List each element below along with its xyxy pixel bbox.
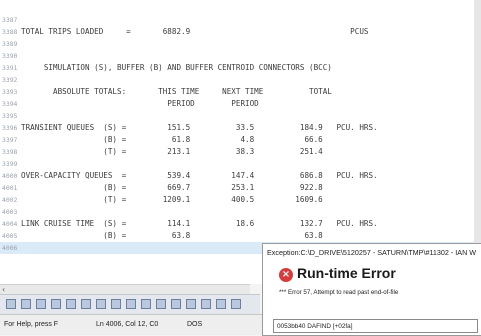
editor-line[interactable]: 3399	[0, 158, 474, 170]
dialog-title: Exception:C:\D_DRIVE\5120257 - SATURN\TM…	[267, 248, 477, 257]
editor-line[interactable]: 3398 (T) = 213.1 38.3 251.4	[0, 146, 474, 158]
line-text: (B) = 63.8 63.8	[21, 231, 323, 240]
bookmark-icon[interactable]	[201, 299, 211, 309]
paste-icon[interactable]	[6, 299, 16, 309]
editor-line[interactable]: 4000 OVER-CAPACITY QUEUES = 539.4 147.4 6…	[0, 170, 474, 182]
editor-line[interactable]: 4005 (B) = 63.8 63.8	[0, 230, 474, 242]
line-number: 4006	[2, 244, 18, 252]
status-bar: For Help, press F Ln 4006, Col 12, C0 DO…	[0, 314, 262, 335]
line-text: SIMULATION (S), BUFFER (B) AND BUFFER CE…	[21, 63, 332, 72]
editor-line[interactable]: 3396 TRANSIENT QUEUES (S) = 151.5 33.5 18…	[0, 122, 474, 134]
error-heading: Run-time Error	[297, 265, 396, 281]
editor-line[interactable]: 3391 SIMULATION (S), BUFFER (B) AND BUFF…	[0, 62, 474, 74]
line-number: 3396	[2, 124, 18, 132]
tab-icon[interactable]	[186, 299, 196, 309]
line-text: LINK CRUISE TIME (S) = 114.1 18.6 132.7 …	[21, 219, 378, 228]
status-mode: DOS	[187, 321, 203, 328]
line-text: (T) = 1209.1 400.5 1609.6	[21, 195, 323, 204]
align-center-icon[interactable]	[36, 299, 46, 309]
line-text: (B) = 669.7 253.1 922.8	[21, 183, 323, 192]
editor-line[interactable]: 3392	[0, 74, 474, 86]
text-editor[interactable]: 3387 3388 TOTAL TRIPS LOADED = 6882.9 PCUS…	[0, 0, 475, 284]
line-number: 3392	[2, 76, 18, 84]
line-number: 3397	[2, 136, 18, 144]
line-number: 4002	[2, 196, 18, 204]
vertical-scrollbar[interactable]	[474, 0, 481, 284]
scroll-left-arrow-icon[interactable]: ‹	[2, 285, 5, 294]
list-icon[interactable]	[66, 299, 76, 309]
editor-line[interactable]: 3393 ABSOLUTE TOTALS: THIS TIME NEXT TIM…	[0, 86, 474, 98]
align-left-icon[interactable]	[21, 299, 31, 309]
editor-line[interactable]: 3397 (B) = 61.8 4.8 66.6	[0, 134, 474, 146]
line-number: 3399	[2, 160, 18, 168]
status-cursor-position: Ln 4006, Col 12, C0	[96, 321, 159, 328]
line-number: 4003	[2, 208, 18, 216]
line-number: 3390	[2, 52, 18, 60]
tab-icon[interactable]	[171, 299, 181, 309]
toggle-icon[interactable]	[231, 299, 241, 309]
indent-icon[interactable]	[81, 299, 91, 309]
line-text: OVER-CAPACITY QUEUES = 539.4 147.4 686.8…	[21, 171, 378, 180]
font-icon[interactable]	[126, 299, 136, 309]
line-number: 3395	[2, 112, 18, 120]
editor-line[interactable]: 4004 LINK CRUISE TIME (S) = 114.1 18.6 13…	[0, 218, 474, 230]
runtime-error-dialog: Exception:C:\D_DRIVE\5120257 - SATURN\TM…	[262, 243, 481, 336]
tab-icon[interactable]	[156, 299, 166, 309]
line-number: 4004	[2, 220, 18, 228]
line-number: 4005	[2, 232, 18, 240]
trace-list-item[interactable]: 0053bb40 DAFIND [+02fa]	[273, 319, 478, 333]
editor-line[interactable]: 3387	[0, 14, 474, 26]
line-number: 3393	[2, 88, 18, 96]
editor-line[interactable]: 3390	[0, 50, 474, 62]
align-right-icon[interactable]	[51, 299, 61, 309]
line-number: 3388	[2, 28, 18, 36]
line-text: (B) = 61.8 4.8 66.6	[21, 135, 323, 144]
editor-line[interactable]: 3388 TOTAL TRIPS LOADED = 6882.9 PCUS	[0, 26, 474, 38]
editor-line[interactable]: 3395	[0, 110, 474, 122]
format-icon[interactable]	[141, 299, 151, 309]
bookmark-icon[interactable]	[111, 299, 121, 309]
line-text: TRANSIENT QUEUES (S) = 151.5 33.5 184.9 …	[21, 123, 378, 132]
line-text: PERIOD PERIOD	[21, 99, 259, 108]
line-number: 4001	[2, 184, 18, 192]
line-number: 4000	[2, 172, 18, 180]
outdent-icon[interactable]	[96, 299, 106, 309]
line-number: 3394	[2, 100, 18, 108]
line-text: TOTAL TRIPS LOADED = 6882.9 PCUS	[21, 27, 369, 36]
error-message: *** Error 57, Attempt to read past end-o…	[279, 289, 399, 296]
editor-line[interactable]: 3389	[0, 38, 474, 50]
error-icon: ×	[279, 268, 293, 282]
line-text: (T) = 213.1 38.3 251.4	[21, 147, 323, 156]
line-text: ABSOLUTE TOTALS: THIS TIME NEXT TIME TOT…	[21, 87, 332, 96]
toggle-icon[interactable]	[216, 299, 226, 309]
line-number: 3391	[2, 64, 18, 72]
formatting-toolbar	[0, 294, 260, 315]
editor-line[interactable]: 4002 (T) = 1209.1 400.5 1609.6	[0, 194, 474, 206]
editor-line[interactable]: 4001 (B) = 669.7 253.1 922.8	[0, 182, 474, 194]
line-number: 3387	[2, 16, 18, 24]
line-number: 3398	[2, 148, 18, 156]
editor-line[interactable]: 3394 PERIOD PERIOD	[0, 98, 474, 110]
editor-line[interactable]: 4003	[0, 206, 474, 218]
status-help-text: For Help, press F	[4, 321, 59, 328]
line-number: 3389	[2, 40, 18, 48]
